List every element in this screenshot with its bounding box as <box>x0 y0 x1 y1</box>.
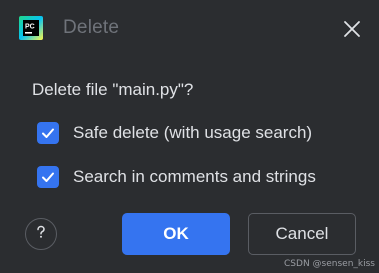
safe-delete-label: Safe delete (with usage search) <box>73 123 313 142</box>
search-comments-option[interactable]: Search in comments and strings <box>37 165 316 189</box>
search-comments-label: Search in comments and strings <box>73 167 316 186</box>
cancel-button[interactable]: Cancel <box>248 213 356 255</box>
svg-text:PC: PC <box>25 24 35 31</box>
safe-delete-option[interactable]: Safe delete (with usage search) <box>37 121 312 145</box>
checkmark-icon <box>42 128 54 138</box>
title-bar: PC Delete <box>0 0 379 58</box>
help-button[interactable] <box>25 218 57 250</box>
checkmark-icon <box>42 172 54 182</box>
search-comments-checkbox[interactable] <box>37 166 59 188</box>
safe-delete-checkbox[interactable] <box>37 122 59 144</box>
delete-dialog: PC Delete Delete file "main.py"? Safe de… <box>0 0 379 273</box>
delete-question: Delete file "main.py"? <box>32 80 194 99</box>
pycharm-logo-icon: PC <box>19 16 43 40</box>
close-icon[interactable] <box>339 16 365 42</box>
dialog-title: Delete <box>63 17 120 38</box>
watermark: CSDN @sensen_kiss <box>284 259 375 269</box>
ok-button[interactable]: OK <box>122 213 230 255</box>
question-mark-icon <box>32 223 50 246</box>
